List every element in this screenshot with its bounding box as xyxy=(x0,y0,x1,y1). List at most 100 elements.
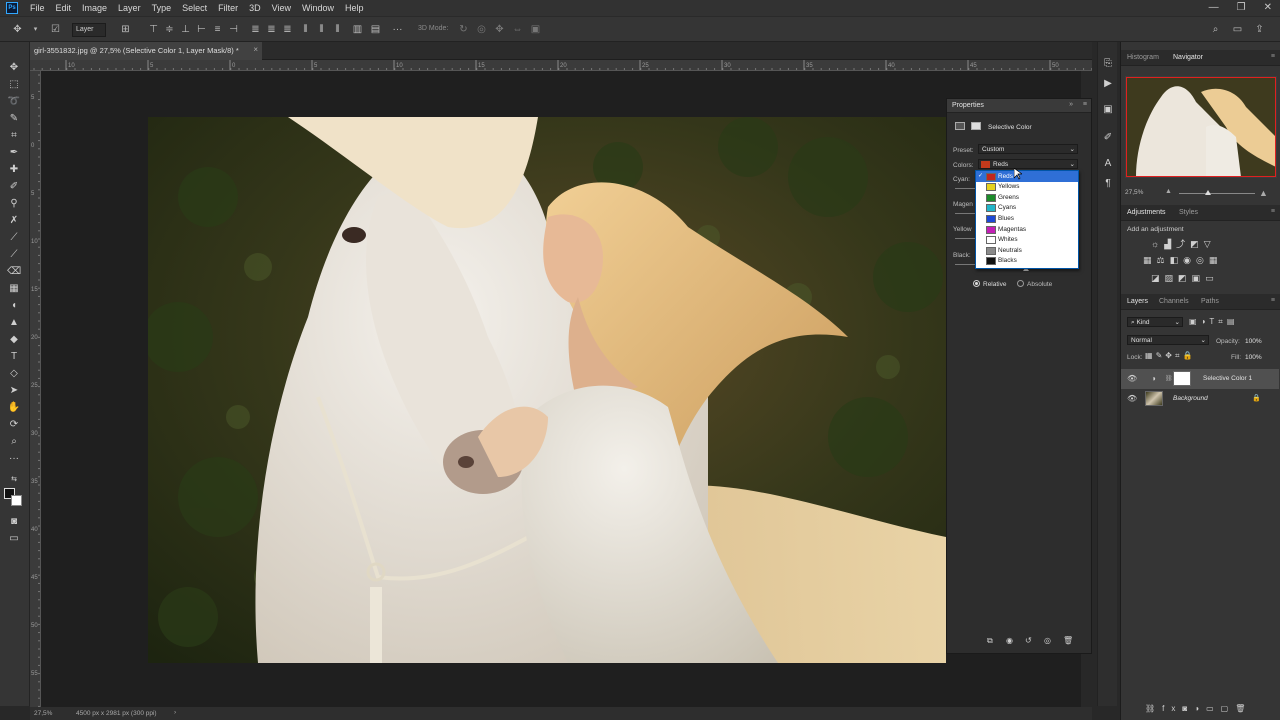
auto-select-checkbox[interactable]: ☑ xyxy=(50,24,61,35)
type-tool-icon[interactable]: T xyxy=(7,351,21,363)
layer-filter-select[interactable]: ⌕ Kind ⌄ xyxy=(1127,317,1183,327)
align-left-icon[interactable]: ⊢ xyxy=(196,24,207,35)
distribute-top-icon[interactable]: ≣ xyxy=(250,24,261,35)
filter-type-icon[interactable]: T xyxy=(1209,317,1218,326)
brush-tool-icon[interactable]: ✐ xyxy=(7,181,21,193)
photo-horse-and-girl[interactable] xyxy=(148,117,946,663)
lock-transparent-icon[interactable]: ▦ xyxy=(1145,351,1156,360)
tab-styles[interactable]: Styles xyxy=(1179,209,1198,216)
group-icon[interactable]: ▭ xyxy=(1206,704,1221,713)
exposure-icon[interactable]: ◩ xyxy=(1190,239,1204,249)
3d-slide-icon[interactable]: ⇔ xyxy=(512,24,523,35)
brush-settings-icon[interactable]: ✐ xyxy=(1102,132,1114,144)
mask-icon[interactable] xyxy=(971,122,981,130)
dropdown-item-blues[interactable]: Blues xyxy=(976,213,1078,224)
align-vcenter-icon[interactable]: ≑ xyxy=(164,24,175,35)
eraser-tool-icon[interactable]: ⌫ xyxy=(7,266,21,278)
collapse-panel-icon[interactable]: » xyxy=(1069,101,1073,108)
vibrance-icon[interactable]: ▽ xyxy=(1204,239,1216,249)
brightness-icon[interactable]: ☼ xyxy=(1151,239,1164,249)
link-icon[interactable]: ⛓ xyxy=(1165,375,1173,382)
more-options-icon[interactable]: ··· xyxy=(392,24,403,35)
marquee-tool-icon[interactable]: ⬚ xyxy=(7,79,21,91)
status-zoom[interactable]: 27,5% xyxy=(34,710,52,717)
actions-play-icon[interactable]: ▶ xyxy=(1102,78,1114,90)
background-color-swatch[interactable] xyxy=(11,495,22,506)
layer-row-selective-color[interactable]: 👁 ◑ ⛓ Selective Color 1 xyxy=(1121,369,1279,389)
dropdown-item-neutrals[interactable]: Neutrals xyxy=(976,245,1078,256)
layer-name[interactable]: Background xyxy=(1173,395,1208,402)
dropdown-item-reds[interactable]: ✓ Reds xyxy=(976,171,1078,182)
preset-select[interactable]: Custom ⌄ xyxy=(978,144,1078,154)
layer-mask-thumbnail[interactable] xyxy=(1173,371,1191,386)
align-right-icon[interactable]: ⊣ xyxy=(228,24,239,35)
transform-controls-icon[interactable]: ⊞ xyxy=(120,24,131,35)
blend-mode-select[interactable]: Normal ⌄ xyxy=(1127,335,1209,345)
paragraph-icon[interactable]: ¶ xyxy=(1102,178,1114,190)
panel-menu-icon[interactable]: ≡ xyxy=(1083,101,1087,108)
fill-value[interactable]: 100% xyxy=(1245,354,1262,361)
color-balance-icon[interactable]: ⚖ xyxy=(1157,255,1170,265)
align-bottom-icon[interactable]: ⊥ xyxy=(180,24,191,35)
filter-smart-icon[interactable]: ▤ xyxy=(1227,317,1239,326)
character-icon[interactable]: A xyxy=(1102,158,1114,170)
lock-image-icon[interactable]: ✎ xyxy=(1156,351,1166,360)
menu-edit[interactable]: Edit xyxy=(56,3,72,13)
view-previous-icon[interactable]: ◉ xyxy=(1006,636,1013,645)
navigator-view-box[interactable] xyxy=(1126,77,1276,177)
tab-histogram[interactable]: Histogram xyxy=(1127,54,1159,61)
lock-all-icon[interactable]: 🔒 xyxy=(1182,351,1195,360)
3d-pan-icon[interactable]: ✥ xyxy=(494,24,505,35)
selective-color-icon[interactable]: ▣ xyxy=(1192,273,1206,283)
more-tools-icon[interactable]: ··· xyxy=(7,453,21,465)
distribute-bottom-icon[interactable]: ≣ xyxy=(282,24,293,35)
distribute-spacing-icon[interactable]: ▤ xyxy=(370,24,381,35)
search-icon[interactable]: ⌕ xyxy=(1210,24,1221,35)
absolute-radio[interactable] xyxy=(1017,280,1024,287)
3d-rotate-icon[interactable]: ↻ xyxy=(458,24,469,35)
distribute-hcenter-icon[interactable]: ⫴ xyxy=(316,24,327,35)
path-selection-tool-icon[interactable]: ◇ xyxy=(7,368,21,380)
tab-adjustments[interactable]: Adjustments xyxy=(1127,209,1166,216)
art-history-tool-icon[interactable]: ⟋ xyxy=(7,249,21,261)
reset-icon[interactable]: ↺ xyxy=(1025,636,1032,645)
minimize-button[interactable]: — xyxy=(1209,2,1219,13)
delete-adjustment-icon[interactable]: 🗑 xyxy=(1063,636,1073,645)
rotate-view-tool-icon[interactable]: ⟳ xyxy=(7,419,21,431)
dropdown-item-magentas[interactable]: Magentas xyxy=(976,224,1078,235)
gradient-map-icon[interactable]: ▭ xyxy=(1205,273,1219,283)
levels-icon[interactable]: ▟ xyxy=(1164,239,1176,249)
info-icon[interactable]: ▣ xyxy=(1102,104,1114,116)
gradient-tool-icon[interactable]: ▦ xyxy=(7,283,21,295)
navigator-zoom-slider[interactable] xyxy=(1179,193,1255,194)
zoom-in-icon[interactable]: ▲ xyxy=(1259,188,1268,198)
document-tab[interactable]: girl-3551832.jpg @ 27,5% (Selective Colo… xyxy=(30,42,262,60)
distribute-vcenter-icon[interactable]: ≣ xyxy=(266,24,277,35)
channel-mixer-icon[interactable]: ◎ xyxy=(1196,255,1209,265)
new-layer-icon[interactable]: ▢ xyxy=(1221,704,1236,713)
adjustment-icon[interactable] xyxy=(955,122,965,130)
menu-layer[interactable]: Layer xyxy=(118,3,141,13)
quick-mask-icon[interactable]: ◙ xyxy=(7,516,21,528)
link-icon[interactable]: ⛓ xyxy=(1145,704,1162,713)
history-icon[interactable]: ⎘ xyxy=(1102,58,1114,70)
eyedropper-tool-icon[interactable]: ✒ xyxy=(7,147,21,159)
brush-alt-tool-icon[interactable]: ⟋ xyxy=(7,232,21,244)
visibility-eye-icon[interactable]: 👁 xyxy=(1127,394,1137,403)
hue-saturation-icon[interactable]: ▦ xyxy=(1143,255,1157,265)
distribute-left-icon[interactable]: ⫴ xyxy=(300,24,311,35)
dropdown-item-cyans[interactable]: Cyans xyxy=(976,203,1078,214)
curves-icon[interactable]: ⤴ xyxy=(1176,239,1190,249)
menu-filter[interactable]: Filter xyxy=(218,3,238,13)
navigator-zoom[interactable]: 27,5% xyxy=(1125,189,1143,196)
direct-selection-tool-icon[interactable]: ➤ xyxy=(7,385,21,397)
dodge-tool-icon[interactable]: ▲ xyxy=(7,317,21,329)
menu-select[interactable]: Select xyxy=(182,3,207,13)
distribute-right-icon[interactable]: ⫴ xyxy=(332,24,343,35)
fx-icon[interactable]: fx xyxy=(1162,704,1182,713)
dropdown-item-blacks[interactable]: Blacks xyxy=(976,256,1078,267)
photo-filter-icon[interactable]: ◉ xyxy=(1183,255,1196,265)
restore-button[interactable]: ❐ xyxy=(1237,2,1246,13)
auto-select-target-select[interactable]: Layer xyxy=(72,23,106,37)
hand-tool-icon[interactable]: ✋ xyxy=(7,402,21,414)
